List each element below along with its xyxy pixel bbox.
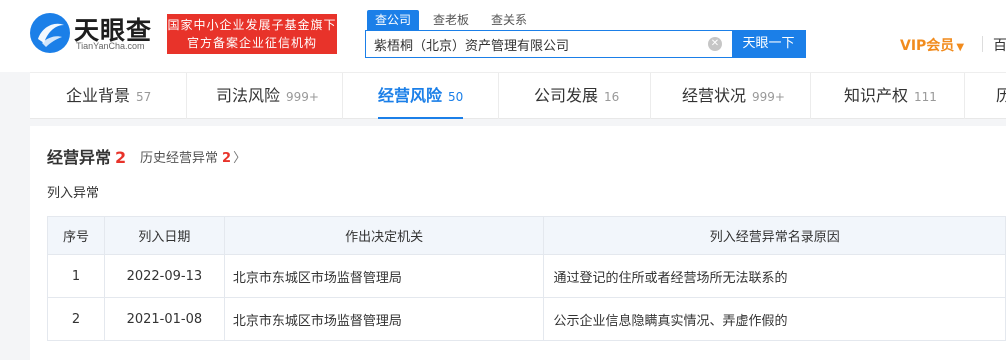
history-label: 历史经营异常: [140, 151, 219, 166]
tianyancha-logo-icon[interactable]: [30, 13, 70, 53]
tab-search-boss[interactable]: 查老板: [425, 10, 477, 30]
table-header-row: 序号 列入日期 作出决定机关 列入经营异常名录原因: [47, 216, 1006, 255]
header-divider: [982, 36, 983, 52]
cell-date: 2022-09-13: [103, 254, 225, 298]
nav-tab-label: 知识产权: [844, 86, 909, 105]
nav-tab-label: 司法风险: [216, 86, 281, 105]
badge-line-2: 官方备案企业征信机构: [186, 36, 317, 50]
nav-tab-label: 历: [996, 86, 1006, 105]
nav-divider: [186, 73, 187, 119]
column-header-date: 列入日期: [103, 216, 225, 255]
table-row: 1 2022-09-13 北京市东城区市场监督管理局 通过登记的住所或者经营场所…: [47, 254, 1006, 298]
header-more-link[interactable]: 百: [993, 35, 1006, 55]
nav-divider: [650, 73, 651, 119]
nav-tab-business-status[interactable]: 经营状况 999+: [682, 73, 785, 119]
nav-tab-label: 经营风险: [378, 86, 443, 105]
search-box: ✕ 天眼一下: [365, 30, 806, 58]
nav-tab-operating-risk[interactable]: 经营风险 50: [378, 73, 464, 119]
logo-domain: TianYanCha.com: [76, 41, 145, 51]
history-abnormal-link[interactable]: 历史经营异常 2 〉: [140, 147, 246, 166]
nav-divider: [342, 73, 343, 119]
cell-no: 2: [47, 297, 105, 341]
section-title-text: 经营异常: [47, 148, 112, 167]
top-header: 天眼查 TianYanCha.com 国家中小企业发展子基金旗下 官方备案企业征…: [0, 0, 1006, 72]
abnormal-table: 序号 列入日期 作出决定机关 列入经营异常名录原因 1 2022-09-13 北…: [47, 216, 1006, 341]
sub-section-title: 列入异常: [47, 186, 100, 201]
search-type-tabs: 查公司 查老板 查关系: [367, 10, 541, 30]
cell-reason: 公示企业信息隐瞒真实情况、弄虚作假的: [543, 297, 1006, 341]
nav-tab-label: 经营状况: [682, 86, 747, 105]
section-count: 2: [115, 148, 127, 167]
nav-tab-company-background[interactable]: 企业背景 57: [66, 73, 151, 119]
nav-tab-label: 公司发展: [534, 86, 599, 105]
chevron-right-icon: 〉: [233, 151, 247, 166]
column-header-authority: 作出决定机关: [223, 216, 545, 255]
business-abnormal-card: 经营异常 2 历史经营异常 2 〉 列入异常 序号 列入日期 作出决定机关 列入经营异…: [30, 126, 1006, 360]
column-header-reason: 列入经营异常名录原因: [543, 216, 1006, 255]
cell-no: 1: [47, 254, 105, 298]
nav-tab-judicial-risk[interactable]: 司法风险 999+: [216, 73, 319, 119]
tab-search-company[interactable]: 查公司: [367, 10, 420, 30]
vip-member-link[interactable]: VIP会员 ▼: [900, 35, 964, 55]
nav-tab-count: 999+: [286, 90, 319, 104]
section-nav: 企业背景 57 司法风险 999+ 经营风险 50 公司发展 16 经营状况 999+ 知…: [30, 72, 1006, 119]
nav-tab-count: 111: [914, 90, 937, 104]
badge-line-1: 国家中小企业发展子基金旗下: [167, 18, 337, 32]
caret-down-icon: ▼: [956, 42, 965, 53]
nav-divider: [964, 73, 965, 119]
tab-search-relation[interactable]: 查关系: [483, 10, 535, 30]
search-button[interactable]: 天眼一下: [732, 30, 805, 58]
nav-divider: [498, 73, 499, 119]
nav-divider: [810, 73, 811, 119]
cell-authority: 北京市东城区市场监督管理局: [223, 297, 545, 341]
search-input[interactable]: [366, 31, 731, 57]
cell-date: 2021-01-08: [103, 297, 225, 341]
nav-tab-count: 16: [604, 90, 620, 104]
table-row: 2 2021-01-08 北京市东城区市场监督管理局 公示企业信息隐瞒真实情况、…: [47, 297, 1006, 341]
nav-tab-count: 57: [136, 90, 152, 104]
cell-authority: 北京市东城区市场监督管理局: [223, 254, 545, 298]
nav-tab-count: 999+: [752, 90, 785, 104]
vip-label: VIP会员: [900, 38, 955, 54]
nav-tab-label: 企业背景: [66, 86, 131, 105]
nav-tab-count: 50: [448, 90, 464, 104]
official-badge: 国家中小企业发展子基金旗下 官方备案企业征信机构: [167, 14, 337, 54]
cell-reason: 通过登记的住所或者经营场所无法联系的: [543, 254, 1006, 298]
history-count: 2: [222, 151, 232, 166]
nav-tab-intellectual-property[interactable]: 知识产权 111: [844, 73, 937, 119]
clear-icon[interactable]: ✕: [708, 37, 722, 51]
section-title: 经营异常 2: [47, 144, 126, 168]
column-header-no: 序号: [47, 216, 105, 255]
nav-tab-company-development[interactable]: 公司发展 16: [534, 73, 619, 119]
nav-tab-history[interactable]: 历: [996, 73, 1006, 119]
